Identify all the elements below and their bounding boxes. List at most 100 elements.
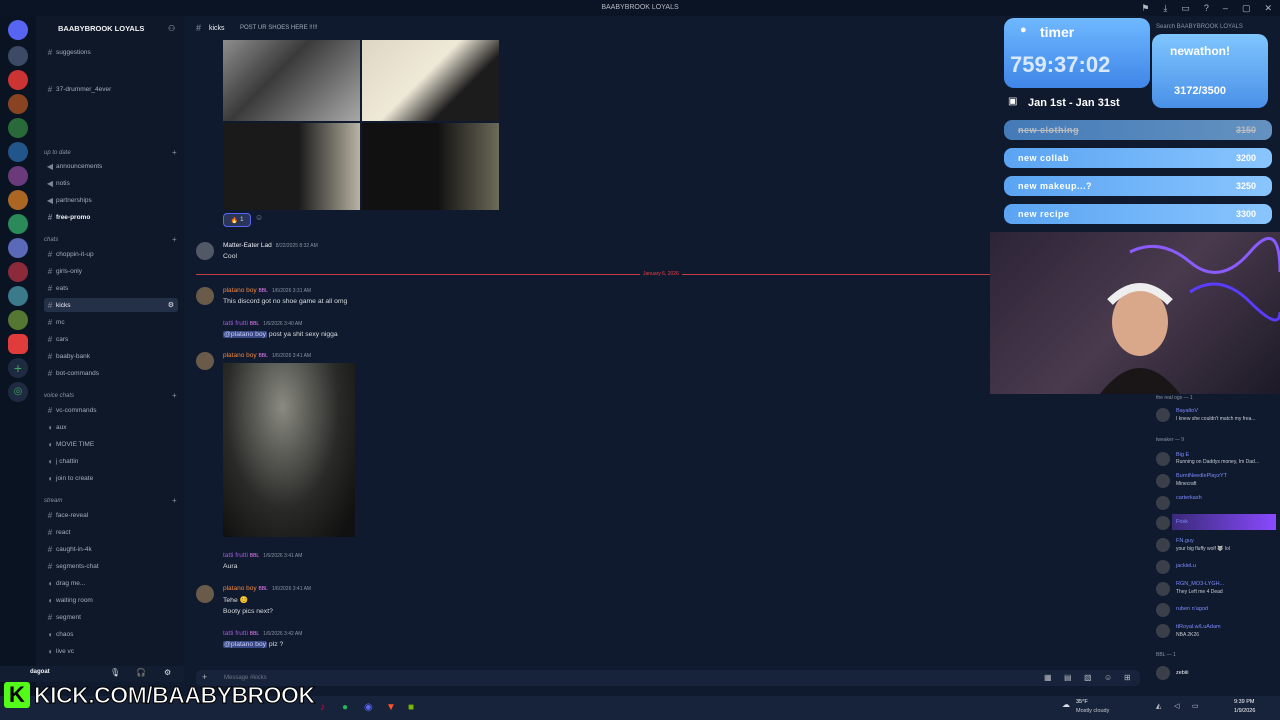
mention[interactable]: @platano boy xyxy=(223,641,268,648)
channel-suggestions[interactable]: # suggestions xyxy=(44,45,178,59)
chat-user[interactable]: FN.guy xyxy=(1176,538,1194,544)
add-server-icon[interactable]: + xyxy=(8,358,28,378)
chat-user[interactable]: carterkash xyxy=(1176,495,1202,501)
chat-user[interactable]: jackieLu xyxy=(1176,563,1196,569)
discord-icon[interactable]: ◉ xyxy=(364,702,373,713)
channel-movie-time[interactable]: ◖ MOVIE TIME xyxy=(44,437,178,451)
mention[interactable]: @platano boy xyxy=(223,331,268,338)
settings-icon[interactable]: ⚙ xyxy=(168,301,174,309)
message-author[interactable]: tatti frutti BBL 1/6/2026 3:42 AM xyxy=(223,630,302,637)
emoji-icon[interactable]: ☺ xyxy=(1104,673,1112,682)
avatar[interactable] xyxy=(1156,474,1170,488)
avatar[interactable] xyxy=(1156,666,1170,680)
channel-announcements[interactable]: ◀ announcements xyxy=(44,159,178,173)
search-input[interactable]: Search BAABYBROOK LOYALS xyxy=(1156,24,1243,30)
add-friend-icon[interactable]: ⚇ xyxy=(168,24,175,33)
avatar[interactable] xyxy=(196,585,214,603)
category-up-to-date[interactable]: up to date xyxy=(44,150,71,156)
help-icon[interactable]: ? xyxy=(1204,3,1209,14)
shirt-image[interactable] xyxy=(362,40,499,121)
chat-user[interactable]: ruben n'agod xyxy=(1176,606,1208,612)
battery-icon[interactable]: ▭ xyxy=(1192,702,1199,710)
channel-eats[interactable]: # eats xyxy=(44,281,178,295)
browser-icon[interactable]: ▼ xyxy=(386,702,396,713)
message-author[interactable]: platano boy BBL 1/6/2026 3:31 AM xyxy=(223,287,311,294)
channel-drag-me[interactable]: ◖ drag me... xyxy=(44,576,178,590)
network-icon[interactable]: ◭ xyxy=(1156,702,1161,710)
server-icon[interactable] xyxy=(8,166,28,186)
spotify-icon[interactable]: ● xyxy=(342,702,348,713)
photo-attachment[interactable] xyxy=(223,363,355,537)
channel-mc[interactable]: # mc xyxy=(44,315,178,329)
avatar[interactable] xyxy=(1156,538,1170,552)
minimize-icon[interactable]: – xyxy=(1223,3,1228,14)
avatar[interactable] xyxy=(1156,452,1170,466)
gift-icon[interactable]: ▦ xyxy=(1044,673,1052,682)
channel-react[interactable]: # react xyxy=(44,525,178,539)
category-voice-chats[interactable]: voice chats xyxy=(44,393,74,399)
gif-icon[interactable]: ▤ xyxy=(1064,673,1072,682)
avatar[interactable] xyxy=(196,352,214,370)
chat-user[interactable]: zebiii xyxy=(1176,670,1189,676)
channel-segments-chat[interactable]: # segments-chat xyxy=(44,559,178,573)
message-author[interactable]: platano boy BBL 1/6/2026 3:41 AM xyxy=(223,585,311,592)
nvidia-icon[interactable]: ■ xyxy=(408,702,414,713)
server-icon[interactable] xyxy=(8,118,28,138)
avatar[interactable] xyxy=(1156,408,1170,422)
clock-time[interactable]: 9:39 PM xyxy=(1234,699,1254,705)
channel-choppin[interactable]: # choppin-it-up xyxy=(44,247,178,261)
server-icon[interactable] xyxy=(8,214,28,234)
server-icon[interactable] xyxy=(8,334,28,354)
server-icon[interactable] xyxy=(8,310,28,330)
channel-baaby-bank[interactable]: # baaby-bank xyxy=(44,349,178,363)
volume-icon[interactable]: ◁ xyxy=(1174,702,1179,710)
channel-join-to-create[interactable]: ◖ join to create xyxy=(44,471,178,485)
maximize-icon[interactable]: ▢ xyxy=(1242,3,1251,14)
server-icon[interactable] xyxy=(8,238,28,258)
add-channel-icon[interactable]: + xyxy=(172,391,177,400)
channel-partnerships[interactable]: ◀ partnerships xyxy=(44,193,178,207)
channel-topic[interactable]: POST UR SHOES HERE !!!!! xyxy=(240,25,318,31)
discord-home-icon[interactable] xyxy=(8,20,28,40)
explore-icon[interactable]: ◎ xyxy=(8,382,28,402)
add-reaction-icon[interactable]: ☺ xyxy=(255,213,263,222)
close-icon[interactable]: ✕ xyxy=(1264,3,1272,14)
avatar[interactable] xyxy=(1156,516,1170,530)
channel-aux[interactable]: ◖ aux xyxy=(44,420,178,434)
chat-user[interactable]: BurntNeedlePlayzYT xyxy=(1176,473,1227,479)
message-composer[interactable]: + Message #kicks ▦ ▤ ▧ ☺ ⊞ xyxy=(196,670,1140,686)
channel-chaos[interactable]: ◖ chaos xyxy=(44,627,178,641)
channel-caught-in-4k[interactable]: # caught-in-4k xyxy=(44,542,178,556)
message-author[interactable]: tatti frutti BBL 1/6/2026 3:41 AM xyxy=(223,552,302,559)
server-icon[interactable] xyxy=(8,70,28,90)
chat-user[interactable]: ttRoyal.w/LuAdam xyxy=(1176,624,1221,630)
chat-user[interactable]: BayaltoV xyxy=(1176,408,1198,414)
add-channel-icon[interactable]: + xyxy=(172,496,177,505)
channel-cars[interactable]: # cars xyxy=(44,332,178,346)
category-stream[interactable]: stream xyxy=(44,498,62,504)
server-icon[interactable] xyxy=(8,262,28,282)
avatar[interactable] xyxy=(196,242,214,260)
apps-icon[interactable]: ⊞ xyxy=(1124,673,1131,682)
chat-user[interactable]: RGN_MO3-LYGH... xyxy=(1176,581,1224,587)
channel-waiting-room[interactable]: ◖ waiting room xyxy=(44,593,178,607)
avatar[interactable] xyxy=(1156,624,1170,638)
channel-vc-commands[interactable]: # vc-commands xyxy=(44,403,178,417)
channel-segment[interactable]: # segment xyxy=(44,610,178,624)
tiktok-icon[interactable]: ♪ xyxy=(320,702,325,713)
channel-bot-commands[interactable]: # bot-commands xyxy=(44,366,178,380)
server-icon[interactable] xyxy=(8,190,28,210)
sticker-icon[interactable]: ▧ xyxy=(1084,673,1092,682)
server-icon[interactable] xyxy=(8,142,28,162)
message-author[interactable]: Matter-Eater Lad 8/22/2025 8:32 AM xyxy=(223,242,318,249)
download-icon[interactable]: ⤓ xyxy=(1163,3,1167,14)
outfit-image[interactable] xyxy=(362,123,499,210)
message-author[interactable]: tatti frutti BBL 1/6/2026 3:40 AM xyxy=(223,320,302,327)
outfit-image[interactable] xyxy=(223,123,360,210)
channel-free-promo[interactable]: # free-promo xyxy=(44,210,178,224)
avatar[interactable] xyxy=(1156,496,1170,510)
category-chats[interactable]: chats xyxy=(44,237,58,243)
avatar[interactable] xyxy=(1156,560,1170,574)
avatar[interactable] xyxy=(196,287,214,305)
add-channel-icon[interactable]: + xyxy=(172,235,177,244)
